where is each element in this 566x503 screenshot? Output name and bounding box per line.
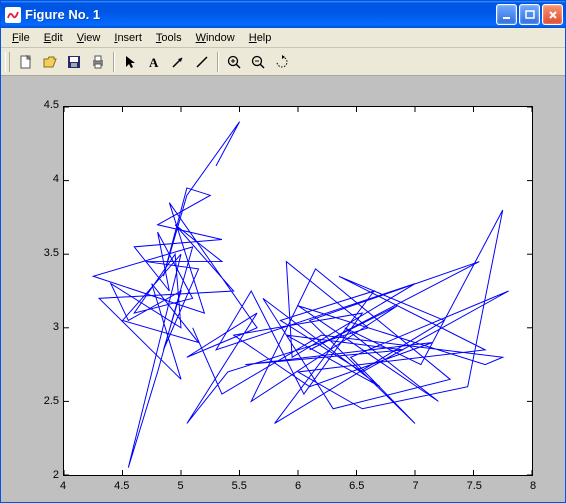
x-tick-label: 7.5 xyxy=(464,480,484,492)
new-button[interactable] xyxy=(14,51,37,73)
x-tick-label: 5 xyxy=(171,480,191,492)
menu-edit[interactable]: Edit xyxy=(37,30,70,46)
y-tick-label: 2.5 xyxy=(33,395,59,407)
maximize-button[interactable] xyxy=(519,4,540,25)
zoom-out-button[interactable] xyxy=(246,51,269,73)
minimize-button[interactable] xyxy=(496,4,517,25)
zoom-in-button[interactable] xyxy=(222,51,245,73)
line-button[interactable] xyxy=(190,51,213,73)
save-button[interactable] xyxy=(62,51,85,73)
y-tick-label: 3.5 xyxy=(33,247,59,259)
menu-insert[interactable]: Insert xyxy=(107,30,149,46)
rotate-button[interactable] xyxy=(270,51,293,73)
y-tick-label: 4 xyxy=(33,173,59,185)
y-tick-label: 4.5 xyxy=(33,99,59,111)
toolbar-separator xyxy=(217,52,218,72)
window-controls xyxy=(496,4,563,25)
svg-text:A: A xyxy=(149,55,159,70)
close-button[interactable] xyxy=(542,4,563,25)
menu-view[interactable]: View xyxy=(70,30,108,46)
toolbar-handle[interactable] xyxy=(5,52,10,72)
x-tick-label: 4.5 xyxy=(112,480,132,492)
x-tick-label: 4 xyxy=(53,480,73,492)
app-icon xyxy=(5,7,21,23)
menubar: File Edit View Insert Tools Window Help xyxy=(1,28,565,48)
y-tick-label: 2 xyxy=(33,469,59,481)
menu-file[interactable]: File xyxy=(5,30,37,46)
axes[interactable] xyxy=(63,106,533,476)
x-tick-label: 6.5 xyxy=(347,480,367,492)
y-tick-label: 3 xyxy=(33,321,59,333)
menu-window[interactable]: Window xyxy=(189,30,242,46)
x-tick-label: 5.5 xyxy=(229,480,249,492)
text-button[interactable]: A xyxy=(142,51,165,73)
toolbar: A xyxy=(1,48,565,76)
pointer-button[interactable] xyxy=(118,51,141,73)
titlebar[interactable]: Figure No. 1 xyxy=(1,1,565,28)
x-tick-label: 7 xyxy=(406,480,426,492)
arrow-button[interactable] xyxy=(166,51,189,73)
print-button[interactable] xyxy=(86,51,109,73)
menu-tools[interactable]: Tools xyxy=(149,30,189,46)
x-tick-label: 6 xyxy=(288,480,308,492)
figure-area: 4 4.5 5 5.5 6 6.5 7 7.5 8 2 2.5 3 3.5 4 4.5 xyxy=(1,76,565,502)
open-button[interactable] xyxy=(38,51,61,73)
toolbar-separator xyxy=(113,52,114,72)
menu-help[interactable]: Help xyxy=(242,30,279,46)
figure-window: Figure No. 1 File Edit View Insert Tools… xyxy=(0,0,566,503)
window-title: Figure No. 1 xyxy=(25,7,496,22)
x-tick-label: 8 xyxy=(523,480,543,492)
